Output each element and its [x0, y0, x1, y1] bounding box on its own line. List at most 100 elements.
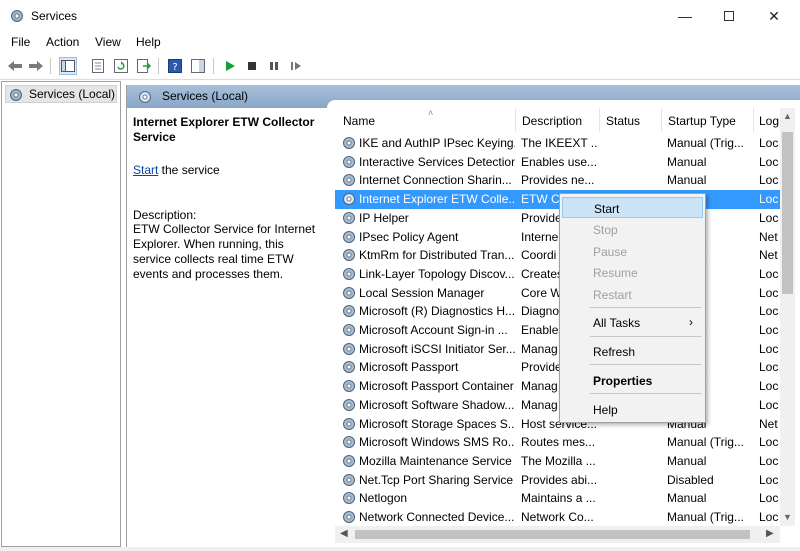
service-name-cell: Microsoft iSCSI Initiator Ser...: [359, 341, 515, 356]
service-gear-icon: [343, 492, 355, 505]
service-gear-icon: [343, 324, 355, 336]
context-menu-refresh[interactable]: Refresh: [562, 341, 703, 362]
service-gear-icon: [343, 417, 355, 430]
service-startup-cell: Manual: [667, 173, 707, 188]
service-name-cell: IKE and AuthIP IPsec Keying...: [359, 136, 515, 150]
tree-item-services-local[interactable]: Services (Local): [5, 85, 117, 103]
column-status-label: Status: [606, 114, 641, 128]
context-menu-separator: [590, 364, 702, 365]
horizontal-scrollbar[interactable]: ◀ ▶: [335, 526, 780, 543]
scroll-left-icon[interactable]: ◀: [340, 528, 348, 539]
services-gear-icon: [139, 91, 151, 103]
service-gear-icon: [343, 342, 355, 355]
vertical-scroll-thumb[interactable]: [782, 132, 793, 294]
service-name-cell: Link-Layer Topology Discov...: [359, 266, 515, 281]
service-row[interactable]: Net.Tcp Port Sharing Service Provides abi…: [335, 471, 793, 490]
column-header-status[interactable]: Status: [599, 108, 661, 132]
service-gear-icon: [343, 473, 355, 486]
pause-service-icon[interactable]: [265, 57, 283, 75]
content-header-title: Services (Local): [162, 89, 249, 103]
restart-service-icon[interactable]: [287, 57, 305, 75]
show-tree-icon[interactable]: [59, 57, 77, 75]
service-name-cell: KtmRm for Distributed Tran...: [359, 248, 515, 263]
help-icon[interactable]: ?: [166, 57, 184, 75]
sort-ascending-icon: ˄: [428, 108, 434, 118]
context-menu-start[interactable]: Start: [562, 197, 703, 218]
window-title: Services: [31, 9, 78, 23]
service-gear-icon: [343, 305, 355, 318]
menu-help[interactable]: Help: [136, 35, 161, 49]
start-service-suffix: the service: [158, 163, 220, 177]
service-name-cell: Microsoft Software Shadow...: [359, 397, 515, 412]
context-menu-restart[interactable]: Restart: [562, 284, 703, 305]
service-gear-icon: [343, 380, 355, 393]
context-menu-pause[interactable]: Pause: [562, 241, 703, 262]
context-menu-stop[interactable]: Stop: [562, 219, 703, 240]
service-name-cell: Internet Connection Sharin...: [359, 173, 512, 188]
start-service-icon[interactable]: [221, 57, 239, 75]
menu-file[interactable]: File: [11, 35, 30, 49]
title-bar: Services — ✕: [0, 0, 800, 32]
maximize-button[interactable]: [706, 0, 752, 32]
context-menu-help[interactable]: Help: [562, 399, 703, 420]
status-bar: [0, 547, 800, 551]
service-row[interactable]: Microsoft Windows SMS Ro... Routes mes...…: [335, 433, 793, 452]
menu-bar: File Action View Help: [0, 32, 800, 52]
service-name-cell: Interactive Services Detection: [359, 154, 515, 169]
service-startup-cell: Manual: [667, 453, 707, 468]
tree-item-label: Services (Local): [29, 87, 116, 101]
svg-text:?: ?: [172, 62, 177, 73]
description-text: ETW Collector Service for Internet Explo…: [133, 222, 316, 281]
service-row[interactable]: IKE and AuthIP IPsec Keying... The IKEEXT…: [335, 134, 793, 153]
service-description-cell: Provides abi...: [521, 472, 597, 487]
service-description-cell: Routes mes...: [521, 435, 596, 450]
refresh-icon[interactable]: [112, 57, 130, 75]
toolbar: ?: [0, 53, 800, 80]
service-gear-icon: [343, 249, 355, 262]
menu-action[interactable]: Action: [46, 35, 79, 49]
service-name-cell: Network Connected Device...: [359, 510, 515, 524]
service-name-cell: Microsoft (R) Diagnostics H...: [359, 304, 515, 319]
service-row[interactable]: Internet Connection Sharin... Provides ne…: [335, 171, 793, 190]
minimize-button[interactable]: —: [662, 0, 708, 32]
back-arrow-icon[interactable]: [6, 57, 24, 75]
service-row[interactable]: Interactive Services Detection Enables us…: [335, 153, 793, 172]
service-row[interactable]: Netlogon Maintains a ... Manual Loc: [335, 489, 793, 508]
services-gear-icon: [11, 10, 23, 22]
toolbar-separator: [158, 58, 159, 74]
close-button[interactable]: ✕: [751, 0, 797, 32]
services-gear-icon: [10, 89, 22, 101]
service-gear-icon: [343, 361, 355, 374]
service-row[interactable]: Mozilla Maintenance Service The Mozilla .…: [335, 452, 793, 471]
service-name-cell: Local Session Manager: [359, 285, 485, 300]
service-name-cell: Mozilla Maintenance Service: [359, 453, 512, 468]
service-gear-icon: [343, 267, 355, 280]
service-name-cell: Microsoft Account Sign-in ...: [359, 323, 508, 337]
column-header-startup-type[interactable]: Startup Type: [661, 108, 753, 132]
properties-sheet-icon[interactable]: [89, 57, 107, 75]
export-list-icon[interactable]: [135, 57, 153, 75]
context-menu-resume[interactable]: Resume: [562, 262, 703, 283]
context-menu-all-tasks[interactable]: All Tasks ›: [562, 312, 703, 333]
show-action-pane-icon[interactable]: [189, 57, 207, 75]
start-service-link[interactable]: Start: [133, 163, 158, 177]
scroll-down-icon[interactable]: ▼: [783, 512, 792, 522]
context-menu-properties[interactable]: Properties: [562, 370, 703, 391]
column-header-description[interactable]: Description: [515, 108, 601, 132]
stop-service-icon[interactable]: [243, 57, 261, 75]
menu-view[interactable]: View: [95, 35, 121, 49]
description-label: Description:: [133, 208, 197, 222]
service-gear-icon: [343, 137, 355, 149]
service-startup-cell: Manual: [667, 491, 707, 506]
service-description-cell: The Mozilla ...: [521, 453, 596, 468]
column-header-name[interactable]: Name ˄: [343, 108, 513, 132]
service-row[interactable]: Network Connected Device... Network Co...…: [335, 508, 793, 526]
horizontal-scroll-thumb[interactable]: [355, 530, 750, 539]
scroll-right-icon[interactable]: ▶: [766, 528, 774, 539]
service-name-cell: Internet Explorer ETW Colle...: [359, 192, 515, 207]
service-gear-icon: [343, 454, 355, 467]
scroll-up-icon[interactable]: ▲: [783, 111, 792, 121]
service-name-cell: IPsec Policy Agent: [359, 229, 459, 244]
forward-arrow-icon[interactable]: [27, 57, 45, 75]
vertical-scrollbar[interactable]: ▲ ▼: [780, 108, 795, 526]
